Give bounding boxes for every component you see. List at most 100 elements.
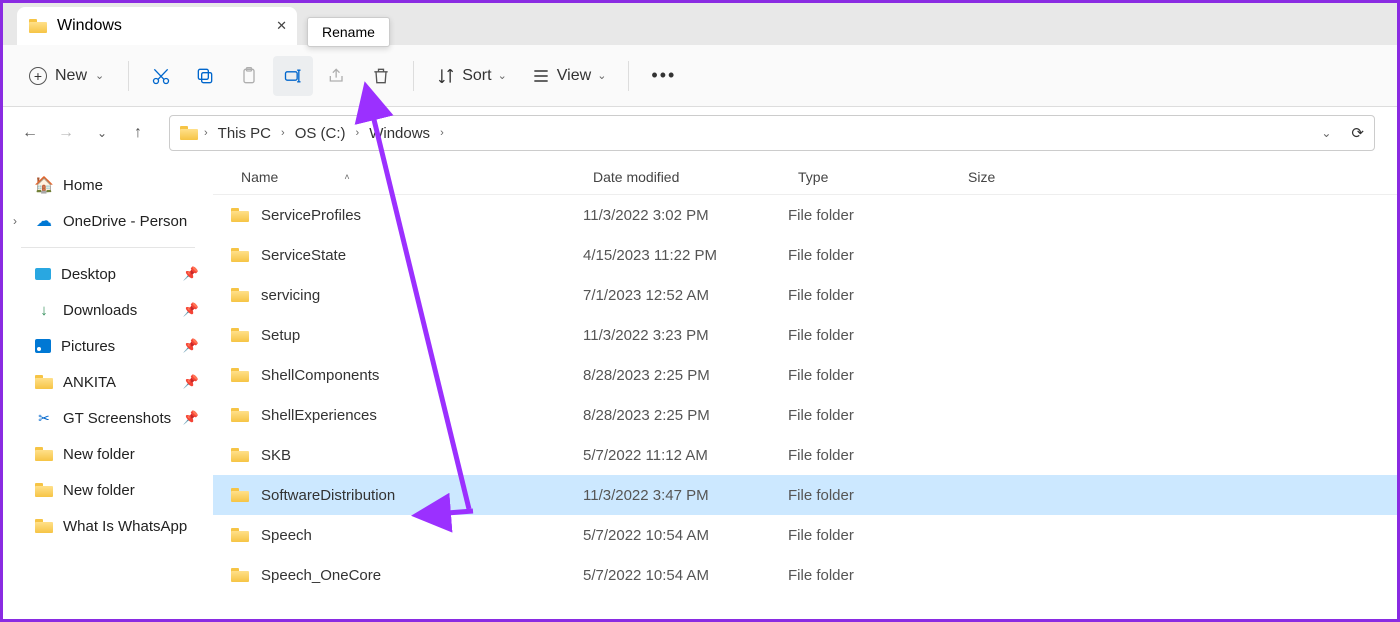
sidebar-item[interactable]: New folder — [7, 472, 209, 508]
pictures-icon — [35, 339, 51, 353]
file-name: Setup — [261, 327, 300, 344]
chevron-right-icon: › — [356, 127, 360, 139]
table-row[interactable]: Speech_OneCore 5/7/2022 10:54 AM File fo… — [213, 555, 1397, 595]
recent-dropdown[interactable]: ⌄ — [87, 118, 117, 148]
scissors-icon — [35, 409, 53, 427]
table-row[interactable]: servicing 7/1/2023 12:52 AM File folder — [213, 275, 1397, 315]
breadcrumb[interactable]: OS (C:) — [291, 123, 350, 144]
table-row[interactable]: SKB 5/7/2022 11:12 AM File folder — [213, 435, 1397, 475]
file-date: 11/3/2022 3:23 PM — [583, 327, 788, 344]
file-date: 7/1/2023 12:52 AM — [583, 287, 788, 304]
sidebar-item-label: GT Screenshots — [63, 410, 171, 427]
file-name: ServiceState — [261, 247, 346, 264]
file-type: File folder — [788, 287, 958, 304]
sidebar-item[interactable]: ANKITA 📌 — [7, 364, 209, 400]
folder-icon — [231, 288, 249, 302]
col-type[interactable]: Type — [788, 169, 958, 185]
rename-button[interactable] — [273, 56, 313, 96]
tab-strip: Windows ✕ Rename — [3, 3, 1397, 45]
folder-icon — [231, 408, 249, 422]
more-button[interactable]: ••• — [641, 56, 686, 96]
breadcrumb[interactable]: Windows — [365, 123, 434, 144]
chevron-right-icon[interactable]: › — [13, 214, 17, 228]
pin-icon: 📌 — [183, 302, 199, 318]
col-name[interactable]: Name˄ — [213, 169, 583, 185]
sidebar-onedrive[interactable]: › OneDrive - Person — [7, 203, 209, 239]
file-name: SoftwareDistribution — [261, 487, 395, 504]
table-row[interactable]: ServiceState 4/15/2023 11:22 PM File fol… — [213, 235, 1397, 275]
sidebar-home[interactable]: Home — [7, 167, 209, 203]
view-button[interactable]: View ⌄ — [521, 56, 617, 96]
col-date[interactable]: Date modified — [583, 169, 788, 185]
column-headers: Name˄ Date modified Type Size — [213, 159, 1397, 195]
sidebar-item[interactable]: What Is WhatsApp — [7, 508, 209, 544]
forward-button[interactable]: → — [51, 118, 81, 148]
sidebar: Home › OneDrive - Person Desktop 📌 Downl… — [3, 159, 213, 619]
file-name: Speech_OneCore — [261, 567, 381, 584]
folder-icon — [35, 519, 53, 533]
file-type: File folder — [788, 447, 958, 464]
sidebar-item-label: Downloads — [63, 302, 137, 319]
pin-icon: 📌 — [183, 338, 199, 354]
address-bar[interactable]: › This PC › OS (C:) › Windows › ⌄ ⟳ — [169, 115, 1375, 151]
separator — [628, 61, 629, 91]
sidebar-item-label: ANKITA — [63, 374, 116, 391]
folder-icon — [231, 488, 249, 502]
breadcrumb[interactable]: This PC — [214, 123, 275, 144]
file-date: 5/7/2022 10:54 AM — [583, 527, 788, 544]
chevron-down-icon[interactable]: ⌄ — [1321, 126, 1331, 140]
new-label: New — [55, 67, 87, 85]
table-row[interactable]: Setup 11/3/2022 3:23 PM File folder — [213, 315, 1397, 355]
sidebar-item-label: New folder — [63, 482, 135, 499]
file-name: ShellExperiences — [261, 407, 377, 424]
cloud-icon — [35, 212, 53, 230]
file-name: ShellComponents — [261, 367, 379, 384]
file-type: File folder — [788, 207, 958, 224]
sidebar-item[interactable]: Pictures 📌 — [7, 328, 209, 364]
delete-button[interactable] — [361, 56, 401, 96]
new-button[interactable]: + New ⌄ — [17, 56, 116, 96]
file-name: ServiceProfiles — [261, 207, 361, 224]
folder-icon — [231, 568, 249, 582]
folder-icon — [180, 126, 198, 140]
refresh-icon[interactable]: ⟳ — [1351, 124, 1364, 142]
sidebar-item[interactable]: GT Screenshots 📌 — [7, 400, 209, 436]
up-button[interactable]: ↑ — [123, 118, 153, 148]
file-type: File folder — [788, 247, 958, 264]
rename-tooltip: Rename — [307, 17, 390, 47]
file-type: File folder — [788, 407, 958, 424]
chevron-right-icon: › — [440, 127, 444, 139]
table-row[interactable]: ShellExperiences 8/28/2023 2:25 PM File … — [213, 395, 1397, 435]
table-row[interactable]: SoftwareDistribution 11/3/2022 3:47 PM F… — [213, 475, 1397, 515]
cut-button[interactable] — [141, 56, 181, 96]
sidebar-item[interactable]: Downloads 📌 — [7, 292, 209, 328]
sidebar-item-label: Pictures — [61, 338, 115, 355]
file-name: SKB — [261, 447, 291, 464]
sort-indicator-icon: ˄ — [344, 172, 349, 182]
sidebar-item[interactable]: Desktop 📌 — [7, 256, 209, 292]
col-size[interactable]: Size — [958, 169, 1058, 185]
separator — [413, 61, 414, 91]
table-row[interactable]: ServiceProfiles 11/3/2022 3:02 PM File f… — [213, 195, 1397, 235]
pin-icon: 📌 — [183, 266, 199, 282]
file-date: 11/3/2022 3:47 PM — [583, 487, 788, 504]
desktop-icon — [35, 268, 51, 280]
sidebar-item[interactable]: New folder — [7, 436, 209, 472]
close-tab-icon[interactable]: ✕ — [276, 18, 287, 34]
paste-button[interactable] — [229, 56, 269, 96]
file-date: 11/3/2022 3:02 PM — [583, 207, 788, 224]
sidebar-item-label: Home — [63, 177, 103, 194]
folder-icon — [231, 328, 249, 342]
table-row[interactable]: Speech 5/7/2022 10:54 AM File folder — [213, 515, 1397, 555]
toolbar: + New ⌄ Sort ⌄ View ⌄ ••• — [3, 45, 1397, 107]
folder-icon — [35, 447, 53, 461]
copy-button[interactable] — [185, 56, 225, 96]
back-button[interactable]: ← — [15, 118, 45, 148]
folder-icon — [35, 483, 53, 497]
table-row[interactable]: ShellComponents 8/28/2023 2:25 PM File f… — [213, 355, 1397, 395]
sort-button[interactable]: Sort ⌄ — [426, 56, 517, 96]
tab-windows[interactable]: Windows ✕ — [17, 7, 297, 45]
sidebar-item-label: New folder — [63, 446, 135, 463]
share-button[interactable] — [317, 56, 357, 96]
file-type: File folder — [788, 367, 958, 384]
